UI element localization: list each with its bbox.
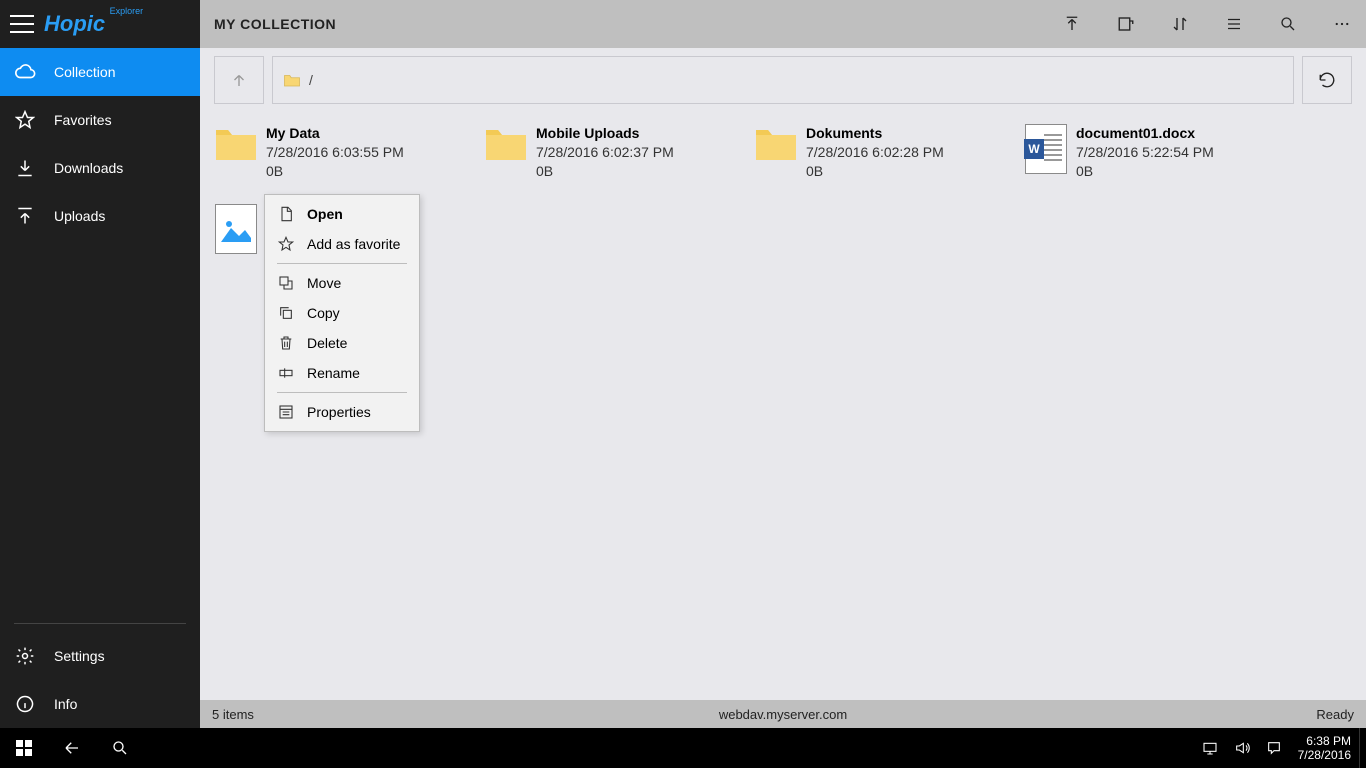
show-desktop-button[interactable] [1359, 728, 1366, 768]
open-icon [277, 205, 295, 223]
tray-volume-icon[interactable] [1226, 728, 1258, 768]
ctx-label: Open [307, 206, 343, 222]
app-name: Hopic [44, 11, 105, 36]
ctx-open[interactable]: Open [265, 199, 419, 229]
app-logo: Hopic Explorer [44, 13, 105, 35]
context-menu: Open Add as favorite Move Copy Dele [264, 194, 420, 432]
back-button[interactable] [48, 728, 96, 768]
star-icon [277, 235, 295, 253]
upload-icon [14, 205, 36, 227]
folder-icon [214, 124, 258, 168]
item-date: 7/28/2016 6:02:37 PM [536, 143, 674, 162]
star-icon [14, 109, 36, 131]
file-item[interactable]: W document01.docx 7/28/2016 5:22:54 PM 0… [1024, 120, 1294, 200]
statusbar: 5 items webdav.myserver.com Ready [200, 700, 1366, 728]
item-size: 0B [266, 162, 404, 181]
word-doc-icon: W [1024, 124, 1068, 168]
sidebar-item-settings[interactable]: Settings [0, 632, 200, 680]
topbar: MY COLLECTION [200, 0, 1366, 48]
menu-button[interactable] [10, 15, 34, 33]
item-name: Mobile Uploads [536, 124, 674, 143]
ctx-label: Delete [307, 335, 347, 351]
copy-icon [277, 304, 295, 322]
ctx-label: Add as favorite [307, 236, 400, 252]
file-item[interactable]: Mobile Uploads 7/28/2016 6:02:37 PM 0B [484, 120, 754, 200]
new-folder-button[interactable] [1102, 0, 1150, 48]
sidebar-item-label: Collection [54, 64, 115, 80]
status-count: 5 items [212, 707, 254, 722]
status-state: Ready [1316, 707, 1354, 722]
ctx-delete[interactable]: Delete [265, 328, 419, 358]
sort-button[interactable] [1156, 0, 1204, 48]
sidebar-item-collection[interactable]: Collection [0, 48, 200, 96]
page-title: MY COLLECTION [214, 16, 336, 32]
item-size: 0B [536, 162, 674, 181]
item-size: 0B [1076, 162, 1214, 181]
cloud-icon [14, 61, 36, 83]
sidebar-item-label: Favorites [54, 112, 112, 128]
folder-icon [484, 124, 528, 168]
tray-network-icon[interactable] [1194, 728, 1226, 768]
ctx-label: Move [307, 275, 341, 291]
trash-icon [277, 334, 295, 352]
item-date: 7/28/2016 6:02:28 PM [806, 143, 944, 162]
gear-icon [14, 645, 36, 667]
file-item[interactable]: My Data 7/28/2016 6:03:55 PM 0B [214, 120, 484, 200]
ctx-label: Rename [307, 365, 360, 381]
upload-button[interactable] [1048, 0, 1096, 48]
folder-icon [283, 72, 301, 88]
status-host: webdav.myserver.com [719, 707, 847, 722]
sidebar-item-label: Downloads [54, 160, 123, 176]
tray-action-center-icon[interactable] [1258, 728, 1290, 768]
breadcrumb[interactable]: / [272, 56, 1294, 104]
up-button[interactable] [214, 56, 264, 104]
item-date: 7/28/2016 5:22:54 PM [1076, 143, 1214, 162]
item-date: 7/28/2016 6:03:55 PM [266, 143, 404, 162]
sidebar-item-uploads[interactable]: Uploads [0, 192, 200, 240]
folder-icon [754, 124, 798, 168]
more-button[interactable] [1318, 0, 1366, 48]
sidebar: Hopic Explorer Collection Favorites [0, 0, 200, 728]
file-item[interactable]: Dokuments 7/28/2016 6:02:28 PM 0B [754, 120, 1024, 200]
content-area: My Data 7/28/2016 6:03:55 PM 0B Mobile U… [200, 112, 1366, 700]
main: MY COLLECTION [200, 0, 1366, 728]
taskbar-clock[interactable]: 6:38 PM 7/28/2016 [1290, 734, 1359, 763]
taskbar-date: 7/28/2016 [1298, 748, 1351, 762]
taskbar: 6:38 PM 7/28/2016 [0, 728, 1366, 768]
sidebar-item-downloads[interactable]: Downloads [0, 144, 200, 192]
ctx-move[interactable]: Move [265, 268, 419, 298]
ctx-copy[interactable]: Copy [265, 298, 419, 328]
info-icon [14, 693, 36, 715]
taskbar-time: 6:38 PM [1298, 734, 1351, 748]
ctx-label: Copy [307, 305, 340, 321]
ctx-favorite[interactable]: Add as favorite [265, 229, 419, 259]
view-button[interactable] [1210, 0, 1258, 48]
properties-icon [277, 403, 295, 421]
download-icon [14, 157, 36, 179]
app-tag: Explorer [110, 7, 144, 16]
rename-icon [277, 364, 295, 382]
sidebar-item-favorites[interactable]: Favorites [0, 96, 200, 144]
sidebar-item-label: Uploads [54, 208, 105, 224]
sidebar-item-label: Info [54, 696, 77, 712]
item-name: document01.docx [1076, 124, 1214, 143]
search-taskbar-button[interactable] [96, 728, 144, 768]
ctx-rename[interactable]: Rename [265, 358, 419, 388]
pathbar: / [214, 56, 1352, 104]
image-file-icon [214, 204, 258, 248]
search-button[interactable] [1264, 0, 1312, 48]
item-name: Dokuments [806, 124, 944, 143]
item-name: My Data [266, 124, 404, 143]
ctx-properties[interactable]: Properties [265, 397, 419, 427]
ctx-label: Properties [307, 404, 371, 420]
refresh-button[interactable] [1302, 56, 1352, 104]
start-button[interactable] [0, 728, 48, 768]
sidebar-item-label: Settings [54, 648, 105, 664]
move-icon [277, 274, 295, 292]
item-size: 0B [806, 162, 944, 181]
breadcrumb-path: / [309, 72, 313, 88]
sidebar-item-info[interactable]: Info [0, 680, 200, 728]
